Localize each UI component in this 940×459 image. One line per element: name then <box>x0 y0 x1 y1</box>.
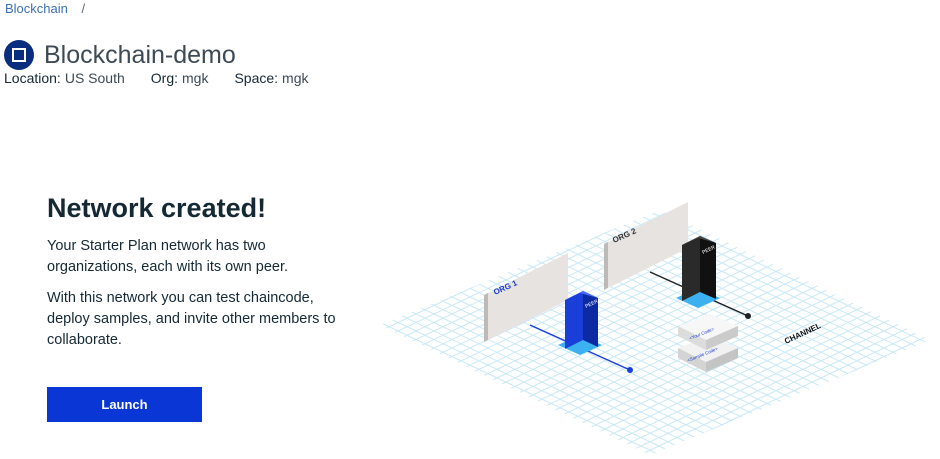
meta-org: Org: mgk <box>150 70 209 86</box>
breadcrumb-separator: / <box>81 1 86 16</box>
peer2-server: PEER <box>676 236 720 308</box>
service-meta: Location: US South Org: mgk Space: mgk <box>4 70 309 86</box>
breadcrumb-link-blockchain[interactable]: Blockchain <box>5 1 68 16</box>
network-created-panel: Network created! Your Starter Plan netwo… <box>47 193 347 361</box>
breadcrumb: Blockchain / <box>5 1 85 16</box>
network-illustration: ORG 1 ORG 2 PEER PEER <Sample Code> <You… <box>380 202 930 455</box>
peer1-link-dot <box>627 367 633 373</box>
peer2-link-dot <box>745 313 751 319</box>
panel-description: Your Starter Plan network has two organi… <box>47 238 288 275</box>
meta-location: Location: US South <box>4 70 125 86</box>
launch-button[interactable]: Launch <box>47 387 202 422</box>
blockchain-icon <box>4 40 34 71</box>
page-title: Blockchain-demo <box>44 40 236 69</box>
panel-description-2: With this network you can test chaincode… <box>47 290 336 348</box>
panel-heading: Network created! <box>47 193 267 223</box>
meta-space: Space: mgk <box>234 70 309 86</box>
